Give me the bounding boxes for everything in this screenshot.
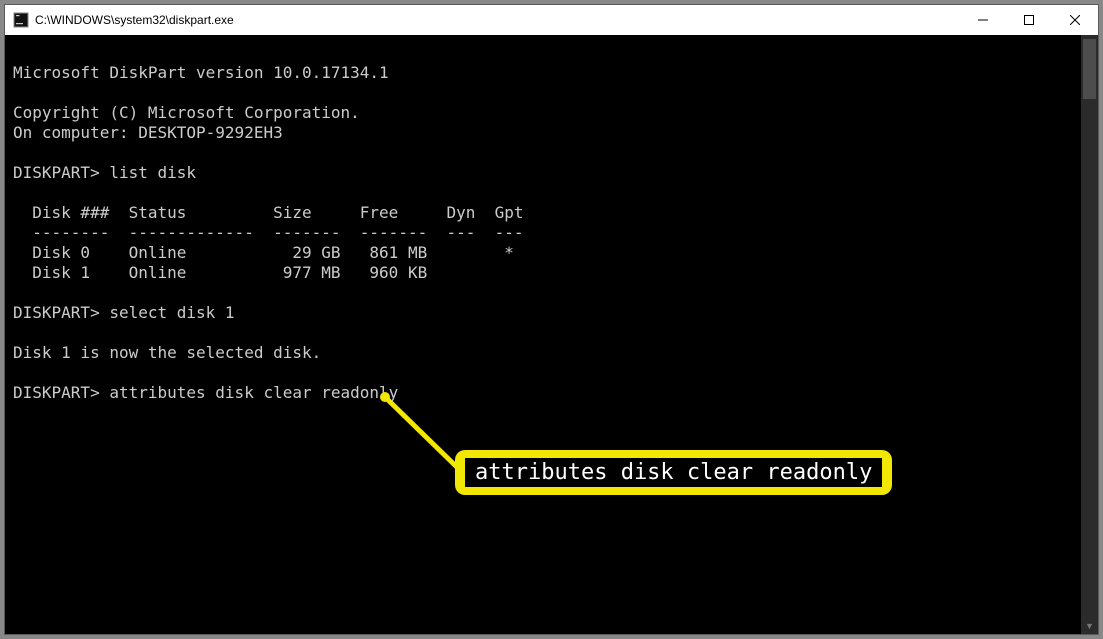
app-icon (13, 12, 29, 28)
vertical-scrollbar[interactable]: ▲ ▼ (1081, 35, 1098, 634)
callout-text: attributes disk clear readonly (465, 458, 882, 487)
terminal-area: Microsoft DiskPart version 10.0.17134.1 … (5, 35, 1098, 634)
window-title: C:\WINDOWS\system32\diskpart.exe (35, 13, 234, 27)
maximize-button[interactable] (1006, 5, 1052, 35)
titlebar[interactable]: C:\WINDOWS\system32\diskpart.exe (5, 5, 1098, 35)
close-button[interactable] (1052, 5, 1098, 35)
scroll-thumb[interactable] (1083, 39, 1096, 99)
terminal-output[interactable]: Microsoft DiskPart version 10.0.17134.1 … (5, 35, 1080, 634)
scroll-down-arrow[interactable]: ▼ (1081, 617, 1098, 634)
minimize-button[interactable] (960, 5, 1006, 35)
callout-box: attributes disk clear readonly (455, 450, 892, 495)
app-window: C:\WINDOWS\system32\diskpart.exe Microso… (4, 4, 1099, 635)
